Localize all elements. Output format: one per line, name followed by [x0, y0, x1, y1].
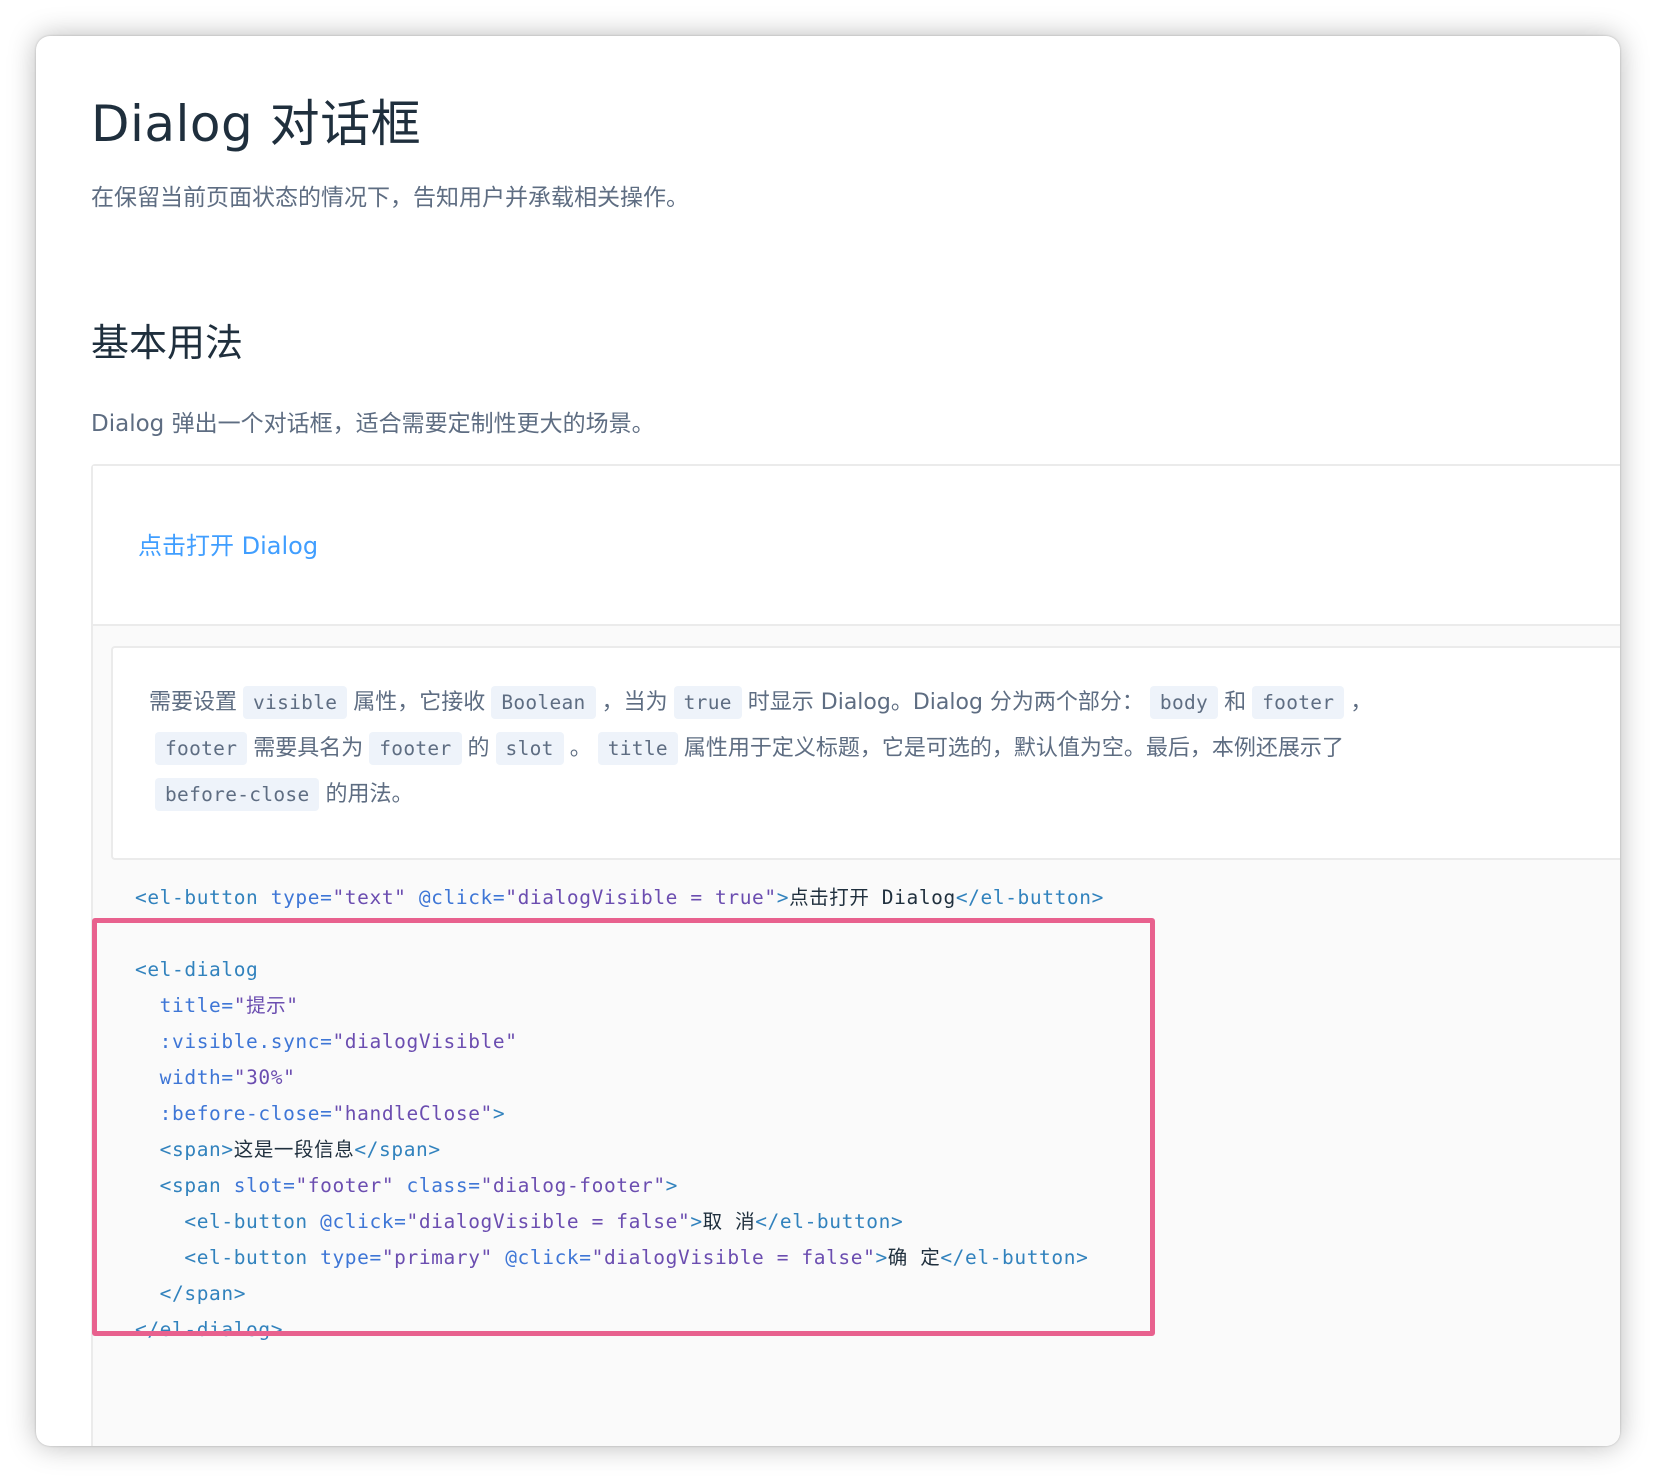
code-line: <el-button type="text" @click="dialogVis…	[135, 880, 1104, 916]
code-token: "text"	[332, 886, 407, 909]
code-token: "dialogVisible = true"	[505, 886, 777, 909]
section-title: 基本用法	[91, 321, 244, 365]
code-token: >	[776, 886, 790, 909]
page-title: Dialog 对话框	[91, 95, 422, 153]
code-token: @click=	[406, 886, 506, 909]
page-description: 在保留当前页面状态的情况下，告知用户并承载相关操作。	[91, 185, 689, 211]
highlight-annotation-box	[92, 918, 1155, 1336]
section-description: Dialog 弹出一个对话框，适合需要定制性更大的场景。	[91, 411, 655, 437]
open-dialog-button[interactable]: 点击打开 Dialog	[138, 526, 318, 561]
desc-text-segment: ，	[1350, 690, 1373, 715]
code-token: 点击打开 Dialog	[789, 886, 956, 909]
code-token: <el-button	[135, 886, 259, 909]
code-token: </el-button>	[955, 886, 1104, 909]
code-token: type=	[258, 886, 333, 909]
demo-preview: 点击打开 Dialog	[93, 466, 1620, 626]
